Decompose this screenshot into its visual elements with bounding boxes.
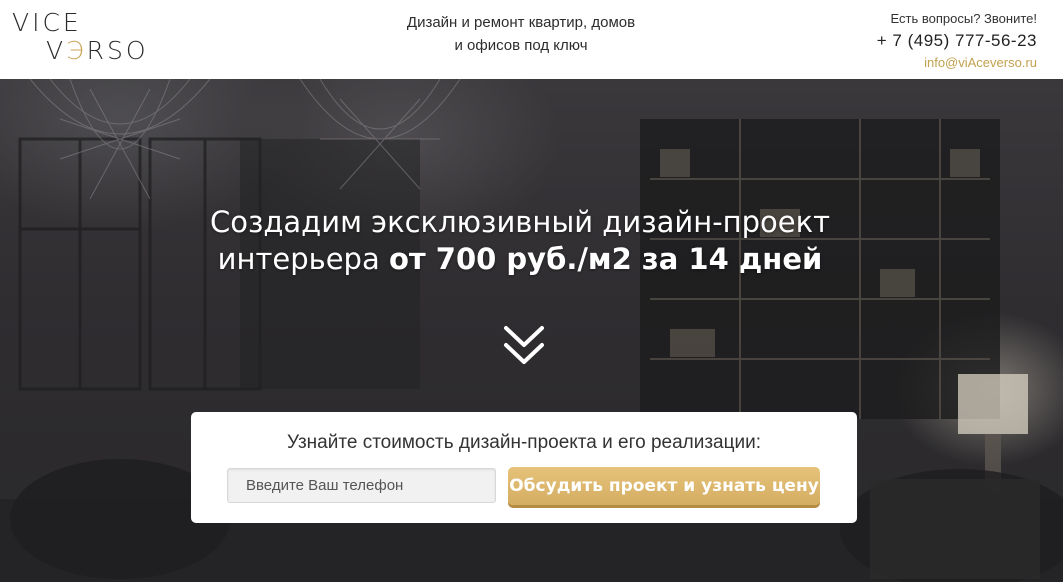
hero-headline: Создадим эксклюзивный дизайн-проект инте… — [120, 204, 920, 278]
form-title: Узнайте стоимость дизайн-проекта и его р… — [286, 432, 762, 453]
site-header: VICE VЭRSO Дизайн и ремонт квартир, домо… — [0, 0, 1063, 79]
double-chevron-down-icon[interactable] — [503, 324, 545, 368]
headline-line-2: интерьера от 700 руб./м2 за 14 дней — [217, 242, 823, 276]
header-contacts: Есть вопросы? Звоните! + 7 (495) 777-56-… — [877, 10, 1037, 71]
headline-price: от 700 руб./м2 за 14 дней — [388, 242, 823, 276]
contact-question: Есть вопросы? Звоните! — [890, 11, 1037, 26]
logo-line-1: VICE — [12, 8, 82, 37]
phone-number[interactable]: + 7 (495) 777-56-23 — [877, 28, 1037, 54]
headline-line-1: Создадим эксклюзивный дизайн-проект — [209, 205, 831, 239]
hero-section: Создадим эксклюзивный дизайн-проект инте… — [0, 79, 1063, 582]
discuss-project-button[interactable]: Обсудить проект и узнать цену — [508, 467, 820, 505]
header-tagline: Дизайн и ремонт квартир, домов и офисов … — [360, 11, 682, 57]
viceverso-logo[interactable]: VICE VЭRSO — [12, 9, 152, 71]
email-link[interactable]: info@viAceverso.ru — [877, 54, 1037, 71]
logo-line-2: VЭRSO — [46, 36, 149, 65]
phone-input[interactable] — [227, 468, 496, 503]
tagline-line-1: Дизайн и ремонт квартир, домов — [406, 14, 636, 31]
tagline-line-2: и офисов под ключ — [454, 37, 588, 54]
price-request-form: Узнайте стоимость дизайн-проекта и его р… — [191, 412, 857, 523]
